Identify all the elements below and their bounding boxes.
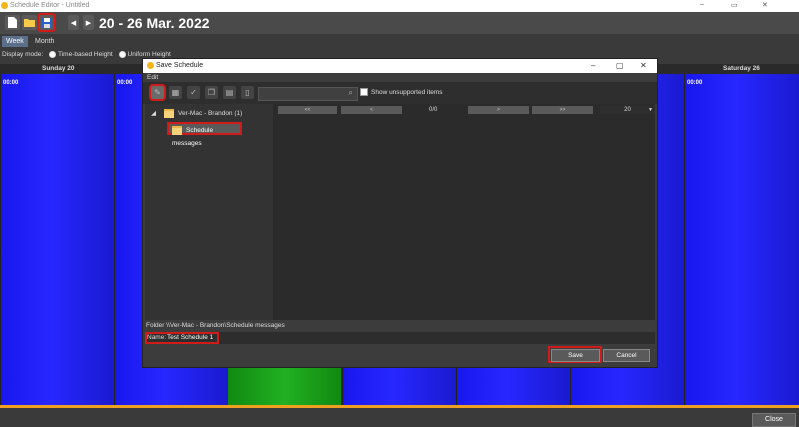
folder-icon — [172, 125, 182, 135]
display-mode-label: Display mode: — [2, 51, 44, 59]
show-unsupported-toggle[interactable]: Show unsupported items — [360, 87, 443, 99]
tool-button-4[interactable]: ❐ — [205, 86, 218, 99]
maximize-button[interactable]: ▭ — [731, 1, 738, 9]
time-label-sunday: 00:00 — [3, 80, 19, 86]
page-size-select[interactable]: 20 ▼ — [600, 106, 655, 114]
show-unsupported-label: Show unsupported items — [371, 89, 443, 96]
window-title: Schedule Editor - Untitled — [10, 2, 90, 9]
dialog-toolbar: ✎ ▦ ✓ ❐ ▤ ▯ ⌕ Show unsupported items — [143, 82, 657, 104]
day-column-saturday[interactable] — [684, 74, 799, 406]
time-based-label: Time-based Height — [58, 51, 113, 59]
save-disk-icon — [41, 17, 52, 28]
name-label: Name: — [147, 334, 167, 341]
first-page-button[interactable]: << — [278, 106, 337, 114]
name-input[interactable]: Test Schedule 1 — [167, 334, 213, 341]
dropdown-arrow-icon: ▼ — [648, 107, 653, 113]
tool-button-5[interactable]: ▤ — [223, 86, 236, 99]
next-page-button[interactable]: > — [468, 106, 529, 114]
minimize-button[interactable]: – — [700, 1, 704, 8]
folder-icon — [164, 109, 174, 118]
menu-edit[interactable]: Edit — [147, 74, 158, 81]
tree-root-label: Ver-Mac - Brandon (1) — [178, 110, 243, 118]
folder-tree: ◢ Ver-Mac - Brandon (1) Schedule messages — [145, 104, 273, 320]
folder-path: Folder \\Ver-Mac - Brandon\Schedule mess… — [146, 322, 285, 329]
day-header-saturday: Saturday 26 — [723, 65, 760, 72]
tool-button-3[interactable]: ✓ — [187, 86, 200, 99]
name-row: Name: Test Schedule 1 — [145, 332, 655, 344]
open-folder-icon — [24, 19, 35, 27]
new-file-button[interactable] — [5, 15, 20, 30]
bottom-bar — [0, 408, 799, 427]
tree-root-item[interactable]: ◢ Ver-Mac - Brandon (1) — [151, 109, 242, 118]
collapse-arrow-icon[interactable]: ◢ — [151, 110, 156, 117]
tab-month[interactable]: Month — [31, 36, 58, 47]
tab-week[interactable]: Week — [2, 36, 28, 47]
show-unsupported-checkbox[interactable] — [360, 88, 368, 97]
chevron-right-icon: ▶ — [85, 19, 92, 27]
uniform-height-radio[interactable] — [118, 51, 126, 58]
save-schedule-dialog: Save Schedule – ▢ ✕ Edit ✎ ▦ ✓ ❐ ▤ ▯ ⌕ S… — [142, 58, 658, 368]
page-count: 0/0 — [429, 107, 438, 113]
time-label-monday: 00:00 — [117, 80, 133, 86]
pencil-button[interactable]: ✎ — [149, 84, 166, 101]
check-icon: ✓ — [190, 88, 197, 97]
paste-icon: ▤ — [225, 88, 234, 97]
day-column-sunday[interactable] — [0, 74, 114, 406]
time-label-saturday: 00:00 — [687, 80, 703, 86]
dialog-title-bar: Save Schedule – ▢ ✕ — [143, 59, 657, 73]
time-based-radio[interactable] — [49, 51, 56, 58]
close-button[interactable]: Close — [752, 413, 796, 427]
dialog-close-button[interactable]: ✕ — [640, 61, 647, 70]
search-input[interactable]: ⌕ — [258, 87, 358, 101]
page-size-value: 20 — [624, 107, 631, 113]
trash-icon: ▯ — [245, 88, 250, 97]
pencil-icon: ✎ — [154, 88, 161, 97]
tool-button-6[interactable]: ▯ — [241, 86, 254, 99]
next-week-button[interactable]: ▶ — [83, 15, 94, 30]
chevron-left-icon: ◀ — [70, 19, 77, 27]
tree-item-schedule-messages[interactable]: Schedule messages — [167, 122, 242, 147]
grid-icon: ▦ — [171, 88, 180, 97]
window-title-bar: Schedule Editor - Untitled – ▭ ✕ — [0, 0, 799, 12]
save-dialog-button[interactable]: Save — [551, 349, 600, 362]
dialog-menu-bar: Edit — [143, 73, 657, 82]
event-block[interactable] — [228, 366, 341, 406]
search-icon: ⌕ — [348, 88, 353, 97]
copy-icon: ❐ — [207, 88, 216, 97]
day-header-sunday: Sunday 20 — [42, 65, 75, 72]
tool-button-2[interactable]: ▦ — [169, 86, 182, 99]
dialog-maximize-button[interactable]: ▢ — [616, 61, 624, 70]
new-file-icon — [8, 17, 17, 28]
prev-page-button[interactable]: < — [341, 106, 402, 114]
app-logo-icon — [1, 2, 8, 9]
dialog-minimize-button[interactable]: – — [591, 61, 595, 70]
open-button[interactable] — [22, 15, 37, 30]
save-button[interactable] — [37, 13, 56, 32]
items-list: << < 0/0 > >> 20 ▼ — [276, 104, 655, 320]
cancel-button[interactable]: Cancel — [603, 349, 650, 362]
previous-week-button[interactable]: ◀ — [68, 15, 79, 30]
date-range-label: 20 - 26 Mar. 2022 — [99, 15, 210, 31]
dialog-title: Save Schedule — [156, 62, 204, 69]
dialog-logo-icon — [147, 62, 154, 69]
view-tabs — [0, 35, 799, 47]
close-window-button[interactable]: ✕ — [762, 1, 768, 9]
last-page-button[interactable]: >> — [532, 106, 593, 114]
